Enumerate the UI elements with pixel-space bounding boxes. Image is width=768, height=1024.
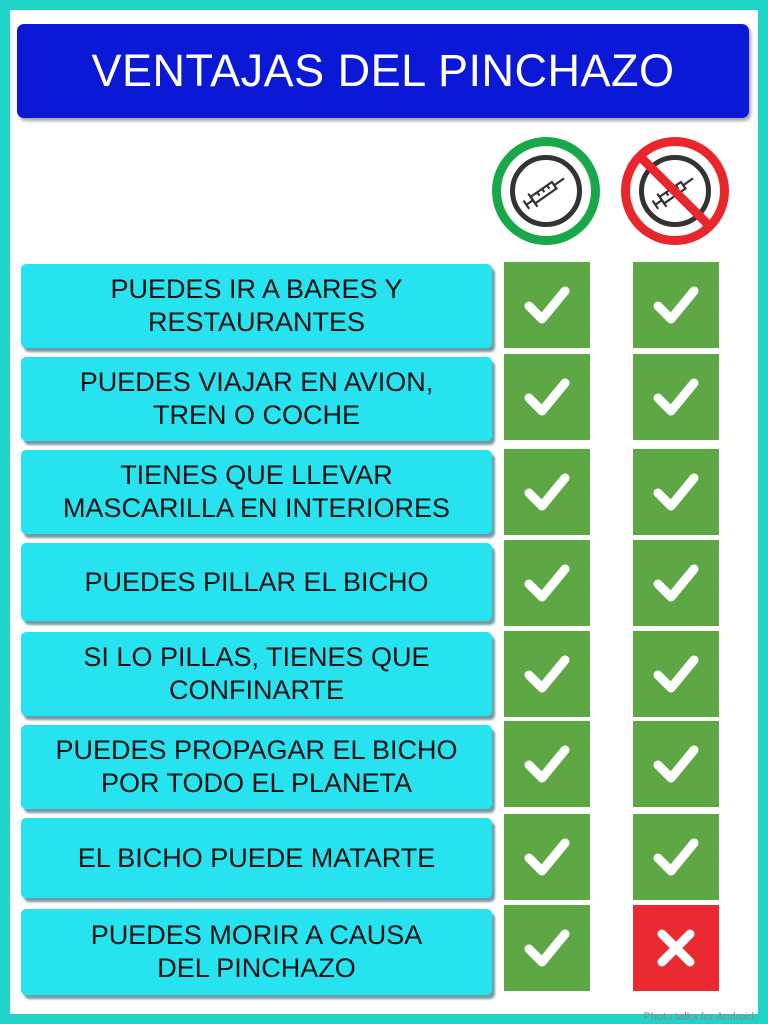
check-icon <box>519 736 575 792</box>
unvaccinated-check-cell <box>633 631 719 717</box>
vaccinated-check-cell <box>504 540 590 626</box>
check-icon <box>519 464 575 520</box>
vaccinated-check-cell <box>504 814 590 900</box>
unvaccinated-check-cell <box>633 814 719 900</box>
row-label: PUEDES MORIR A CAUSA DEL PINCHAZO <box>21 909 492 995</box>
row-label: EL BICHO PUEDE MATARTE <box>21 818 492 898</box>
check-icon <box>648 369 704 425</box>
vaccinated-check-cell <box>504 449 590 535</box>
check-icon <box>519 277 575 333</box>
row-label: TIENES QUE LLEVAR MASCARILLA EN INTERIOR… <box>21 450 492 534</box>
vaccinated-check-cell <box>504 631 590 717</box>
row-label: SI LO PILLAS, TIENES QUE CONFINARTE <box>21 632 492 716</box>
vaccinated-check-cell <box>504 721 590 807</box>
vaccinated-check-cell <box>504 354 590 440</box>
row-label: PUEDES PROPAGAR EL BICHO POR TODO EL PLA… <box>21 725 492 809</box>
check-icon <box>648 277 704 333</box>
check-icon <box>519 369 575 425</box>
watermark: Photo talks for Android <box>643 1011 754 1023</box>
syringe-icon <box>510 155 582 227</box>
vaccinated-check-cell <box>504 905 590 991</box>
check-icon <box>648 555 704 611</box>
unvaccinated-check-cell <box>633 540 719 626</box>
unvaccinated-cross-cell <box>633 905 719 991</box>
unvaccinated-check-cell <box>633 449 719 535</box>
check-icon <box>519 829 575 885</box>
row-label: PUEDES IR A BARES Y RESTAURANTES <box>21 264 492 348</box>
vaccinated-check-cell <box>504 262 590 348</box>
unvaccinated-check-cell <box>633 721 719 807</box>
row-label: PUEDES PILLAR EL BICHO <box>21 543 492 621</box>
unvaccinated-check-cell <box>633 262 719 348</box>
check-icon <box>648 464 704 520</box>
cross-icon <box>651 923 701 973</box>
check-icon <box>519 920 575 976</box>
unvaccinated-column-icon <box>621 137 729 245</box>
row-label: PUEDES VIAJAR EN AVION, TREN O COCHE <box>21 357 492 441</box>
unvaccinated-check-cell <box>633 354 719 440</box>
check-icon <box>648 829 704 885</box>
check-icon <box>648 736 704 792</box>
check-icon <box>648 646 704 702</box>
check-icon <box>519 555 575 611</box>
vaccinated-column-icon <box>492 137 600 245</box>
page-title: VENTAJAS DEL PINCHAZO <box>17 24 749 118</box>
check-icon <box>519 646 575 702</box>
